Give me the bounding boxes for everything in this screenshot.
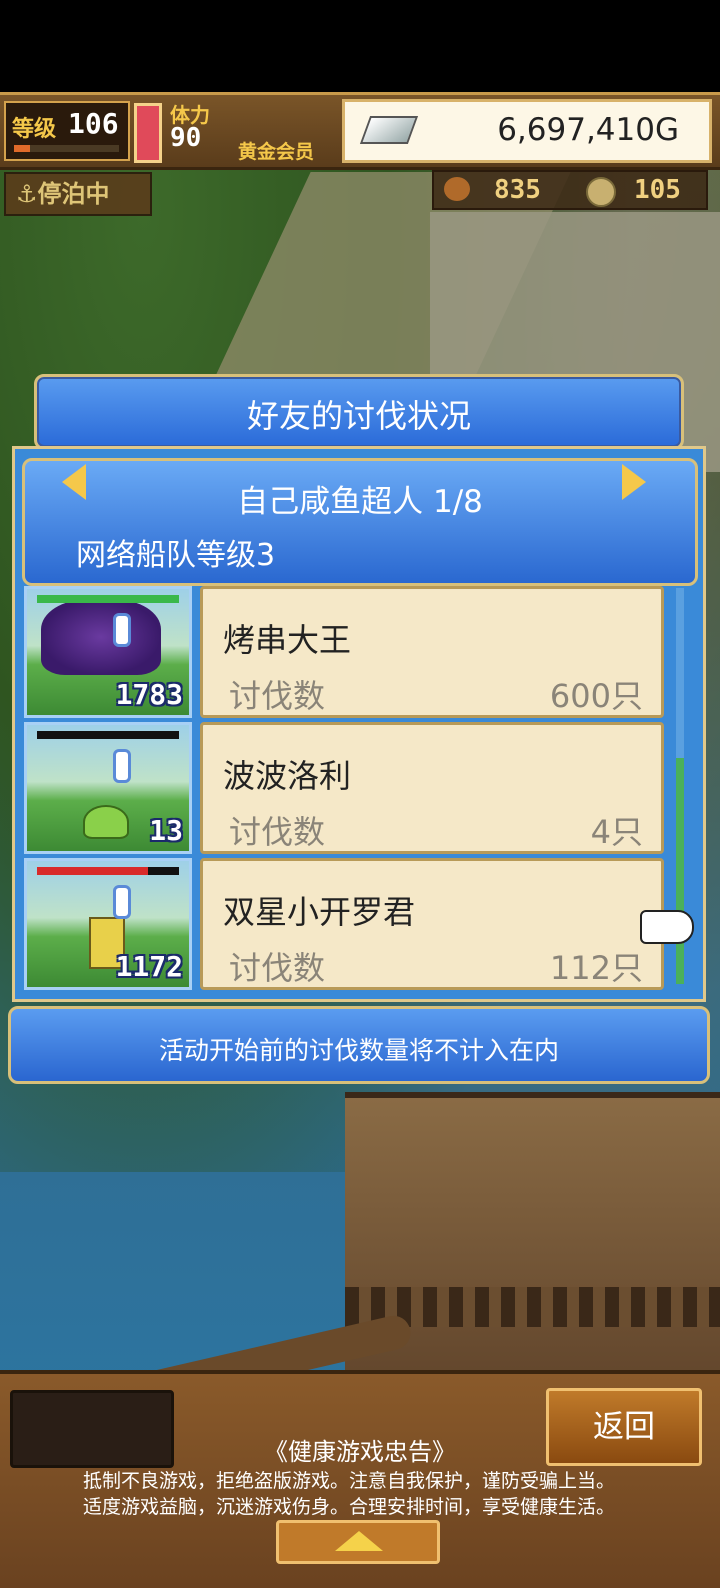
monster-hp-bar <box>37 731 179 739</box>
bottom-bar: 返回 《健康游戏忠告》 抵制不良游戏，拒绝盗版游戏。注意自我保护，谨防受骗上当。… <box>0 1370 720 1588</box>
monster-count: 1783 <box>115 678 183 711</box>
monster-count: 1172 <box>115 950 183 983</box>
resource-a-value: 835 <box>494 175 541 205</box>
level-value: 106 <box>68 107 119 140</box>
friend-name: 波波洛利 <box>223 757 352 795</box>
monster-hp-fill <box>37 867 148 875</box>
level-box: 等级 106 <box>4 101 130 161</box>
boss-monster-image <box>41 599 161 675</box>
note-text: 活动开始前的讨伐数量将不计入在内 <box>158 1036 559 1065</box>
exclamation-icon <box>113 885 131 919</box>
defeat-count: 112只 <box>549 949 643 987</box>
defeat-count: 4只 <box>590 813 643 851</box>
top-hud: 等级 106 体力 90 黄金会员 6,697,410G <box>0 92 720 170</box>
money-box[interactable]: 6,697,410G <box>342 99 712 163</box>
friend-card[interactable]: 烤串大王 讨伐数 600只 <box>200 586 664 718</box>
dialog-title-bar: 好友的讨伐状况 <box>34 374 684 450</box>
monster-thumbnail: 13 <box>24 722 192 854</box>
slime-monster-image <box>83 805 129 839</box>
friend-card[interactable]: 波波洛利 讨伐数 4只 <box>200 722 664 854</box>
membership-badge: 黄金会员 <box>238 141 315 163</box>
monster-thumbnail: 1783 <box>24 586 192 718</box>
list-item[interactable]: 13 波波洛利 讨伐数 4只 <box>22 720 670 854</box>
money-value: 6,697,410G <box>497 112 679 148</box>
friend-name: 双星小开罗君 <box>223 893 416 931</box>
scrollbar-thumb[interactable] <box>676 758 684 984</box>
defeat-label: 讨伐数 <box>229 677 326 715</box>
defeat-label: 讨伐数 <box>229 813 326 851</box>
defeat-count: 600只 <box>549 677 643 715</box>
level-label: 等级 <box>12 117 57 142</box>
pointing-hand-icon <box>640 910 694 944</box>
health-advice-title: 《健康游戏忠告》 <box>264 1438 456 1466</box>
monster-hp-bar <box>37 595 179 603</box>
coin-icon <box>586 177 616 207</box>
stamina-gauge <box>134 103 162 163</box>
friend-name: 烤串大王 <box>223 621 352 659</box>
monster-count: 13 <box>149 814 183 847</box>
user-name: 自己咸鱼超人 1/8 <box>237 484 483 520</box>
monster-thumbnail: 1172 <box>24 858 192 990</box>
docked-status-label: 停泊中 <box>37 180 110 208</box>
level-progress-bar <box>14 145 119 152</box>
docked-status: ⚓停泊中 <box>4 172 152 216</box>
health-advice-line-1: 抵制不良游戏，拒绝盗版游戏。注意自我保护，谨防受骗上当。 <box>82 1470 615 1492</box>
stamina-value: 90 <box>170 123 202 153</box>
exclamation-icon <box>113 613 131 647</box>
friend-list[interactable]: 1783 烤串大王 讨伐数 600只 13 波波洛利 讨伐数 4只 1172 双… <box>22 584 670 992</box>
dialog-title: 好友的讨伐状况 <box>246 397 471 435</box>
resource-b-value: 105 <box>634 175 681 205</box>
friend-card[interactable]: 双星小开罗君 讨伐数 112只 <box>200 858 664 990</box>
silver-bar-icon <box>359 116 419 144</box>
expand-menu-button[interactable] <box>276 1520 440 1564</box>
list-item[interactable]: 1172 双星小开罗君 讨伐数 112只 <box>22 856 670 990</box>
defeat-label: 讨伐数 <box>229 949 326 987</box>
fleet-level: 网络船队等级3 <box>76 538 276 573</box>
health-advice-line-2: 适度游戏益脑，沉迷游戏伤身。合理安排时间，享受健康生活。 <box>82 1496 615 1518</box>
monster-hp-fill <box>37 595 179 603</box>
note-bar: 活动开始前的讨伐数量将不计入在内 <box>8 1006 710 1084</box>
resource-box: 835 105 <box>432 170 708 210</box>
up-arrow-icon <box>335 1531 383 1551</box>
list-item[interactable]: 1783 烤串大王 讨伐数 600只 <box>22 584 670 718</box>
meat-icon <box>444 177 470 201</box>
anchor-icon: ⚓ <box>16 180 38 208</box>
exclamation-icon <box>113 749 131 783</box>
monster-hp-bar <box>37 867 179 875</box>
level-progress-fill <box>14 145 30 152</box>
